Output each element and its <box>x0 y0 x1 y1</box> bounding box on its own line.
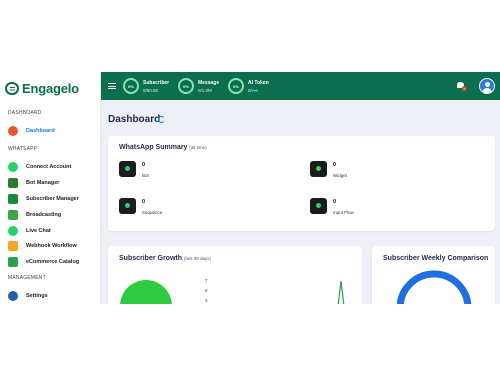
stat-message: 0% Message 0/1.0M <box>178 76 219 96</box>
webhook-icon <box>8 241 18 251</box>
sidebar-item-connect-account[interactable]: Connect Account <box>8 161 100 173</box>
page-title: Dashboard <box>108 114 161 125</box>
stat-value: 0/∞∞ <box>248 87 259 93</box>
sidebar-item-label: Webhook Workflow <box>26 243 77 249</box>
metric-value: 0 <box>333 162 337 168</box>
stat-name: AI Token <box>248 79 269 86</box>
stat-name: Subscriber <box>143 79 170 86</box>
sidebar-item-bot-manager[interactable]: Bot Manager <box>8 177 100 189</box>
metric-input-flow: 0 Input Flow <box>310 198 354 215</box>
growth-line <box>337 280 345 304</box>
message-progress-ring: 0% <box>178 78 194 94</box>
sidebar-item-label: Broadcasting <box>26 212 62 218</box>
logo[interactable]: Engagelo <box>5 80 79 96</box>
stat-name: Message <box>198 79 220 86</box>
sidebar-item-live-chat[interactable]: Live Chat <box>8 225 100 237</box>
sidebar-item-settings[interactable]: Settings <box>8 290 100 302</box>
sidebar-item-ecommerce-catalog[interactable]: eCommerce Catalog <box>8 256 100 268</box>
chat-bubble-logo-icon <box>5 81 19 95</box>
app-window: Engagelo DASHBOARD Dashboard WHATSAPP Co… <box>0 72 500 304</box>
refresh-icon[interactable] <box>158 116 165 123</box>
dashboard-gauge-icon <box>8 126 18 136</box>
broadcast-icon <box>8 210 18 220</box>
sidebar-item-broadcasting[interactable]: Broadcasting <box>8 209 100 221</box>
metric-label: Bot <box>142 173 149 178</box>
section-label-management: MANAGEMENT <box>8 275 46 281</box>
sidebar: Engagelo DASHBOARD Dashboard WHATSAPP Co… <box>0 72 101 304</box>
metric-value: 0 <box>142 162 146 168</box>
whatsapp-summary-card: WhatsApp Summary (all time) 0 Bot 0 Widg… <box>108 136 495 231</box>
metric-value: 0 <box>333 199 337 205</box>
user-icon <box>484 81 490 87</box>
section-label-whatsapp: WHATSAPP <box>8 146 38 152</box>
metric-value: 0 <box>142 199 146 205</box>
ai-token-progress-ring: 0% <box>228 78 244 94</box>
sidebar-item-subscriber-manager[interactable]: Subscriber Manager <box>8 193 100 205</box>
weekly-chart-graphics <box>396 270 472 304</box>
sidebar-item-label: Subscriber Manager <box>26 196 79 202</box>
avatar[interactable] <box>479 78 495 94</box>
top-bar: 0% Subscriber 0/50.0K 0% Message 0/1.0M … <box>101 72 500 100</box>
link-icon <box>310 161 327 177</box>
subscriber-weekly-comparison-card: Subscriber Weekly Comparison <box>372 246 495 304</box>
sidebar-item-label: Settings <box>26 293 48 299</box>
metric-sequence: 0 Sequence <box>119 198 162 215</box>
metric-bot: 0 Bot <box>119 161 149 178</box>
sidebar-item-label: Live Chat <box>26 228 51 234</box>
metric-widget: 0 Widget <box>310 161 347 178</box>
whatsapp-icon <box>8 162 18 172</box>
bot-icon <box>8 178 18 188</box>
live-chat-icon <box>8 226 18 236</box>
sidebar-item-webhook-workflow[interactable]: Webhook Workflow <box>8 240 100 252</box>
section-label-dashboard: DASHBOARD <box>8 110 42 116</box>
weekly-donut-ring <box>396 270 472 304</box>
subscriber-growth-card: Subscriber Growth (last 30 days) 7 6 5 <box>108 246 362 304</box>
stat-value: 0/50.0K <box>143 87 159 93</box>
sidebar-item-label: eCommerce Catalog <box>26 259 80 265</box>
growth-donut-segment <box>120 280 172 304</box>
notification-bell-icon[interactable]: 0 <box>457 82 467 91</box>
sidebar-item-dashboard[interactable]: Dashboard <box>8 125 100 137</box>
subscriber-icon <box>8 194 18 204</box>
sidebar-item-label: Connect Account <box>26 164 72 170</box>
sidebar-item-label: Dashboard <box>26 128 55 134</box>
growth-chart-graphics <box>120 280 345 304</box>
bar-chart-icon <box>310 198 327 214</box>
sidebar-item-label: Bot Manager <box>26 180 60 186</box>
bot-icon <box>119 161 136 177</box>
hamburger-menu-icon[interactable] <box>108 83 116 89</box>
catalog-icon <box>8 257 18 267</box>
droplet-icon <box>119 198 136 214</box>
stat-subscriber: 0% Subscriber 0/50.0K <box>123 76 169 96</box>
gear-icon <box>8 291 18 301</box>
metric-label: Widget <box>333 173 348 178</box>
stat-ai-token: 0% AI Token 0/∞∞ <box>228 76 269 96</box>
notification-badge: 0 <box>462 86 467 91</box>
main-content: Dashboard WhatsApp Summary (all time) 0 … <box>101 100 500 304</box>
logo-text: Engagelo <box>22 80 79 96</box>
metric-label: Sequence <box>142 210 163 215</box>
metric-label: Input Flow <box>333 210 354 215</box>
card-title: WhatsApp Summary (all time) <box>119 144 207 151</box>
subscriber-progress-ring: 0% <box>123 78 139 94</box>
stat-value: 0/1.0M <box>198 87 212 93</box>
